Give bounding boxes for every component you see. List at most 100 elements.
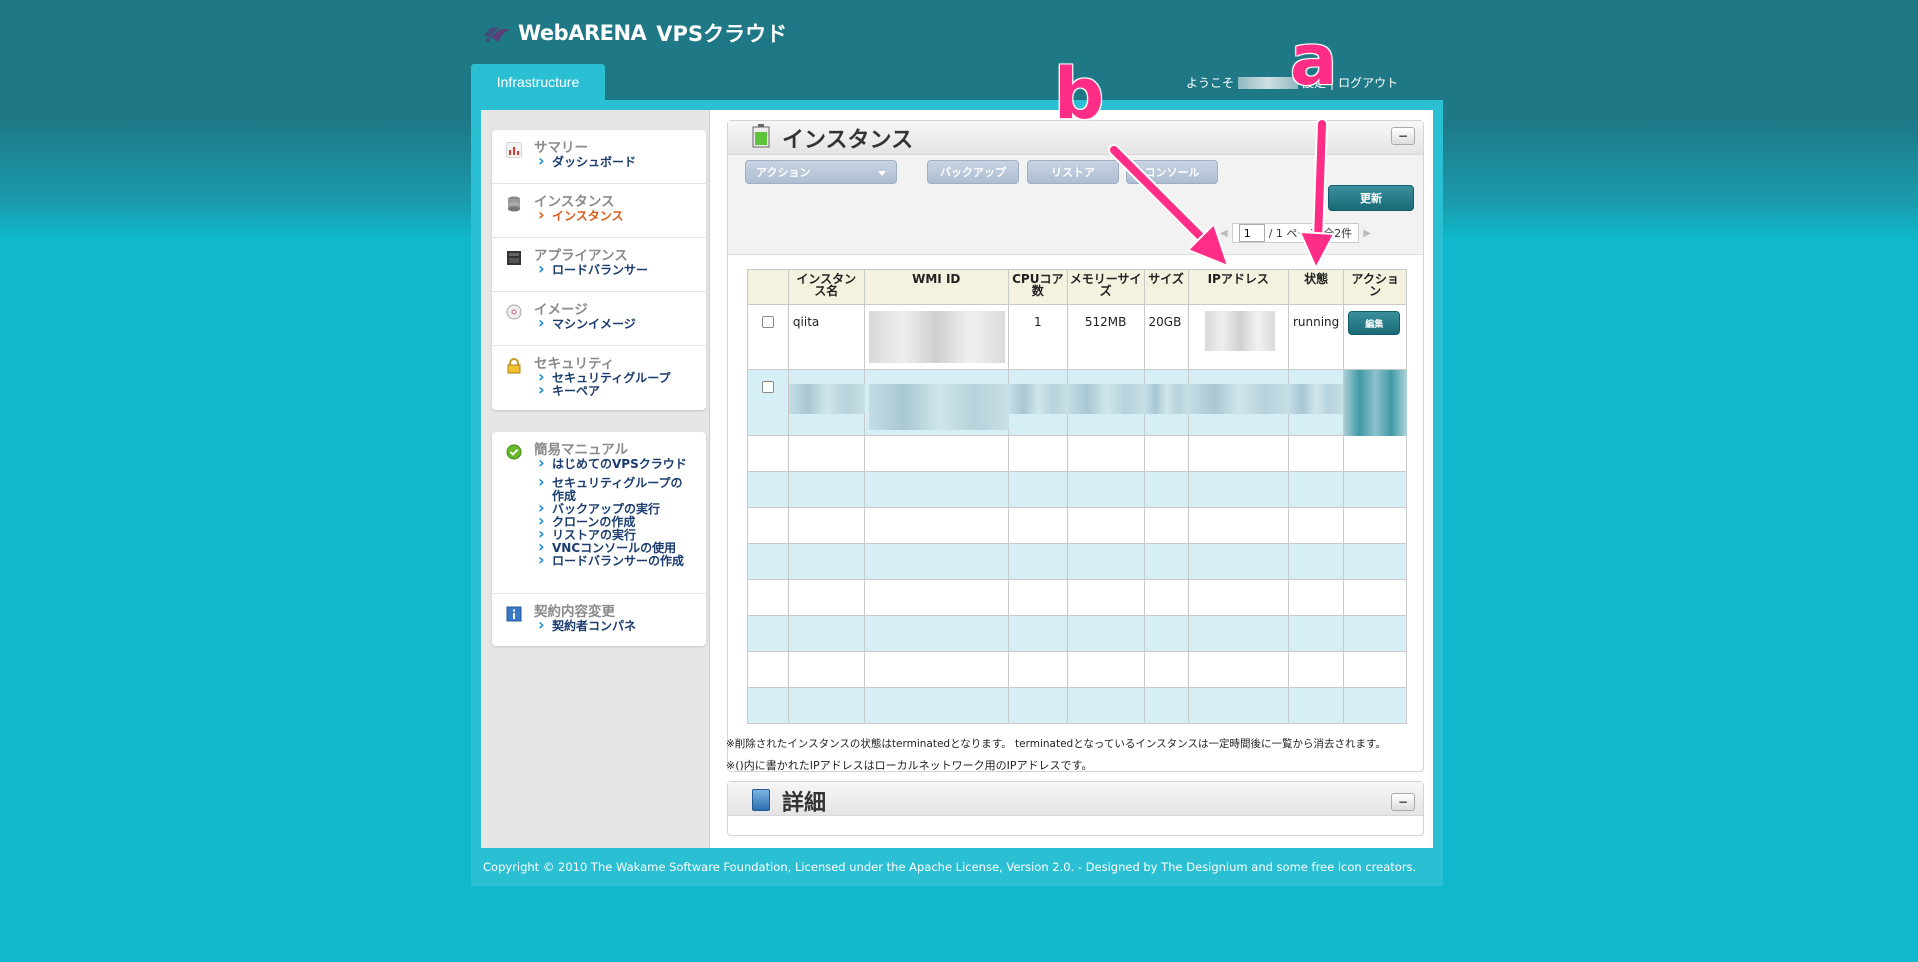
- wmi-id-redacted: [868, 311, 1005, 363]
- page-title: インスタンス: [782, 128, 914, 153]
- sidebar-section-contract: 契約内容変更 契約者コンパネ: [492, 594, 706, 646]
- header-memory[interactable]: メモリーサイズ: [1066, 269, 1145, 305]
- logo-mark-icon: [484, 27, 510, 42]
- lock-icon: [507, 358, 521, 374]
- restore-button[interactable]: リストア: [1027, 160, 1119, 184]
- page-number-input[interactable]: [1238, 224, 1265, 242]
- manual-link-loadbalancer[interactable]: ロードバランサーの作成: [534, 553, 698, 568]
- cell-ip: [1187, 369, 1290, 436]
- memory-redacted: [1067, 384, 1145, 414]
- total-count: 全2件: [1323, 227, 1353, 240]
- prev-page-icon[interactable]: ◀: [1220, 228, 1228, 239]
- disc-icon: [506, 304, 522, 320]
- welcome-text: ようこそ: [1186, 76, 1235, 90]
- action-redacted: [1344, 370, 1408, 436]
- header-action: アクション: [1343, 269, 1407, 305]
- sidebar-title-instance: インスタンス: [534, 194, 615, 210]
- next-page-icon[interactable]: ▶: [1363, 228, 1371, 239]
- memory-size: 512MB: [1084, 315, 1127, 329]
- table-row-empty: [747, 579, 1407, 616]
- console-button[interactable]: コンソール: [1126, 160, 1218, 184]
- sidebar-title-security: セキュリティ: [534, 356, 615, 372]
- detail-collapse-button[interactable]: −: [1391, 793, 1415, 811]
- detail-icon: [752, 789, 770, 811]
- header-ip[interactable]: IPアドレス: [1187, 269, 1289, 305]
- header-select: [747, 269, 789, 305]
- annotation-label-a: a: [1290, 19, 1338, 101]
- table-row-empty: [747, 687, 1407, 724]
- sidebar-manual: 簡易マニュアル はじめてのVPSクラウド セキュリティグループの作成 バックアッ…: [492, 432, 706, 646]
- product-name: VPSクラウド: [656, 22, 788, 46]
- state-redacted: [1288, 384, 1343, 414]
- sidebar-link-machine-image[interactable]: マシンイメージ: [534, 316, 698, 331]
- sidebar-link-loadbalancer[interactable]: ロードバランサー: [534, 262, 698, 277]
- cell-memory: [1066, 369, 1145, 436]
- sidebar-link-contractor-panel[interactable]: 契約者コンパネ: [534, 618, 698, 633]
- backup-button[interactable]: バックアップ: [927, 160, 1019, 184]
- table-row-empty: [747, 435, 1407, 472]
- table-row-empty: [747, 471, 1407, 508]
- sidebar-nav: サマリー ダッシュボード インスタンス インスタンス アプライアンス ロードバラ…: [492, 130, 706, 410]
- cpu-redacted: [1008, 384, 1068, 414]
- table-row: qiita 1 512MB 20GB running 編集: [747, 304, 1407, 370]
- sidebar-section-manual: 簡易マニュアル はじめてのVPSクラウド セキュリティグループの作成 バックアッ…: [492, 432, 706, 594]
- table-row-empty: [747, 615, 1407, 652]
- cpu-count: 1: [1033, 315, 1042, 329]
- header-cpu[interactable]: CPUコア数: [1007, 269, 1068, 305]
- sidebar-link-keypair[interactable]: キーペア: [534, 383, 698, 398]
- cell-wmi-id: [863, 304, 1009, 370]
- page-of: / 1 ページ: [1268, 227, 1320, 240]
- ip-redacted: [1188, 384, 1290, 414]
- cell-state: [1287, 369, 1345, 436]
- disk-size: 20GB: [1148, 315, 1182, 329]
- header-size[interactable]: サイズ: [1143, 269, 1189, 305]
- manual-link-security-group[interactable]: セキュリティグループの作成: [534, 475, 694, 503]
- cell-state: running: [1287, 304, 1345, 370]
- size-redacted: [1144, 384, 1189, 414]
- battery-icon: [752, 124, 770, 148]
- annotation-label-b: b: [1054, 53, 1105, 135]
- sidebar-title-manual: 簡易マニュアル: [534, 442, 629, 458]
- sidebar-section-security: セキュリティ セキュリティグループ キーペア: [492, 346, 706, 410]
- manual-link-getting-started[interactable]: はじめてのVPSクラウド: [534, 456, 698, 471]
- cell-size: [1143, 369, 1189, 436]
- header-state[interactable]: 状態: [1287, 269, 1345, 305]
- cell-instance-name: qiita: [787, 304, 865, 370]
- sidebar-title-contract: 契約内容変更: [534, 604, 615, 620]
- footer-copyright: Copyright © 2010 The Wakame Software Fou…: [483, 860, 1417, 874]
- sidebar-title-appliance: アプライアンス: [534, 248, 628, 264]
- logo: WebARENA VPSクラウド: [482, 18, 787, 48]
- refresh-button[interactable]: 更新: [1328, 185, 1414, 211]
- tab-infrastructure[interactable]: Infrastructure: [471, 64, 605, 100]
- cell-memory: 512MB: [1066, 304, 1145, 370]
- logout-link[interactable]: ログアウト: [1338, 74, 1398, 91]
- row-checkbox[interactable]: [762, 316, 774, 328]
- row-checkbox[interactable]: [762, 381, 774, 393]
- check-circle-icon: [506, 444, 522, 460]
- sidebar-section-image: イメージ マシンイメージ: [492, 292, 706, 346]
- instance-state: running: [1292, 315, 1340, 329]
- edit-button[interactable]: 編集: [1348, 311, 1401, 335]
- header-instance-name[interactable]: インスタンス名: [787, 269, 865, 305]
- pager-box: / 1 ページ 全2件: [1231, 223, 1360, 243]
- table-row-empty: [747, 543, 1407, 580]
- wmi-id-redacted: [868, 384, 1009, 430]
- table-row: [747, 369, 1408, 436]
- row-checkbox-cell: [747, 369, 789, 436]
- note-terminated: ※削除されたインスタンスの状態はterminatedとなります。 termina…: [726, 738, 1386, 750]
- header-wmi-id[interactable]: WMI ID: [863, 269, 1009, 305]
- sidebar-link-dashboard[interactable]: ダッシュボード: [534, 154, 698, 169]
- table-row-empty: [747, 651, 1407, 688]
- collapse-button[interactable]: −: [1391, 127, 1415, 145]
- cell-action: [1343, 369, 1408, 436]
- sidebar-link-instance[interactable]: インスタンス: [534, 208, 698, 223]
- instance-name-redacted: [788, 384, 865, 414]
- action-select[interactable]: アクション: [745, 160, 897, 184]
- sidebar-section-summary: サマリー ダッシュボード: [492, 130, 706, 184]
- sidebar-title-summary: サマリー: [534, 140, 588, 156]
- sidebar-title-image: イメージ: [534, 302, 588, 318]
- cell-cpu: [1007, 369, 1068, 436]
- database-icon: [508, 196, 520, 212]
- table-header-row: インスタンス名 WMI ID CPUコア数 メモリーサイズ サイズ IPアドレス…: [747, 269, 1407, 305]
- sidebar-section-instance: インスタンス インスタンス: [492, 184, 706, 238]
